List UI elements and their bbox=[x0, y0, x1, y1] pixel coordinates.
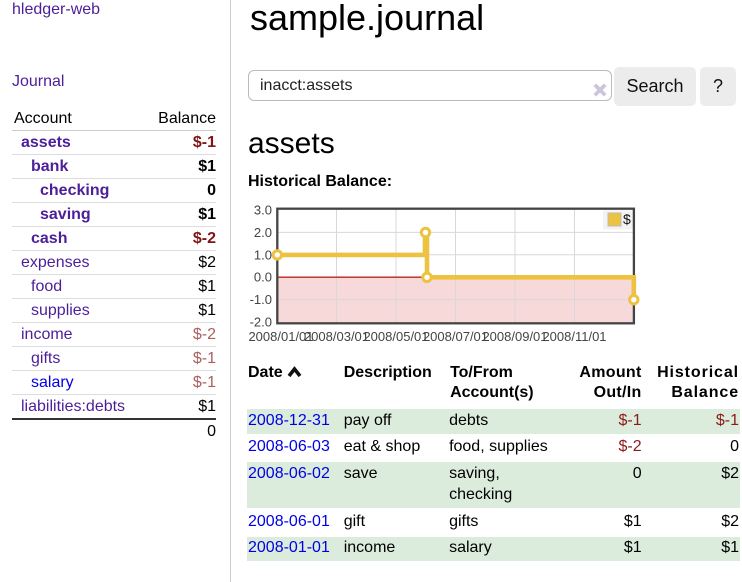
svg-text:2.0: 2.0 bbox=[254, 225, 272, 240]
svg-text:1.0: 1.0 bbox=[254, 247, 272, 262]
svg-text:2008/05/01: 2008/05/01 bbox=[363, 329, 428, 342]
svg-text:$: $ bbox=[623, 211, 631, 227]
svg-text:2008/07/01: 2008/07/01 bbox=[423, 329, 488, 342]
svg-text:-1.0: -1.0 bbox=[250, 292, 272, 307]
svg-text:2008/03/01: 2008/03/01 bbox=[304, 329, 369, 342]
svg-text:0.0: 0.0 bbox=[254, 270, 272, 285]
svg-text:-2.0: -2.0 bbox=[250, 315, 272, 330]
svg-text:3.0: 3.0 bbox=[254, 203, 272, 218]
svg-text:2008/09/01: 2008/09/01 bbox=[482, 329, 547, 342]
svg-text:2008/11/01: 2008/11/01 bbox=[542, 329, 606, 342]
